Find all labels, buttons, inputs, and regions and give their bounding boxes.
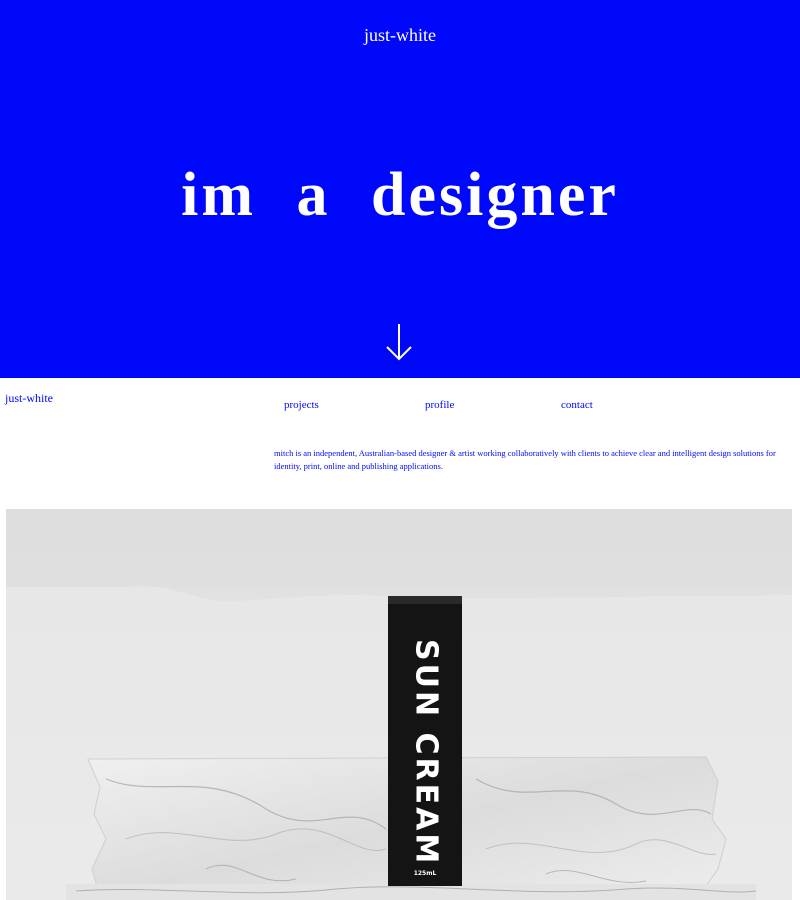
hero-logo[interactable]: just-white [0,25,800,46]
product-label: SUN CREAM [409,639,444,866]
bio-text: mitch is an independent, Australian-base… [274,448,776,471]
project-photo[interactable]: SUN CREAM 125mL [6,509,792,900]
nav-link-contact[interactable]: contact [561,399,593,411]
nav-link-profile[interactable]: profile [425,399,454,411]
product-volume: 125mL [414,870,437,877]
hero-headline: im a designer [181,161,619,229]
arrow-down-icon[interactable] [383,322,415,362]
site-nav: just-white projects profile contact mitc… [0,378,800,508]
hero-section: just-white im a designer [0,0,800,378]
nav-link-projects[interactable]: projects [284,399,319,411]
nav-logo[interactable]: just-white [5,391,53,406]
